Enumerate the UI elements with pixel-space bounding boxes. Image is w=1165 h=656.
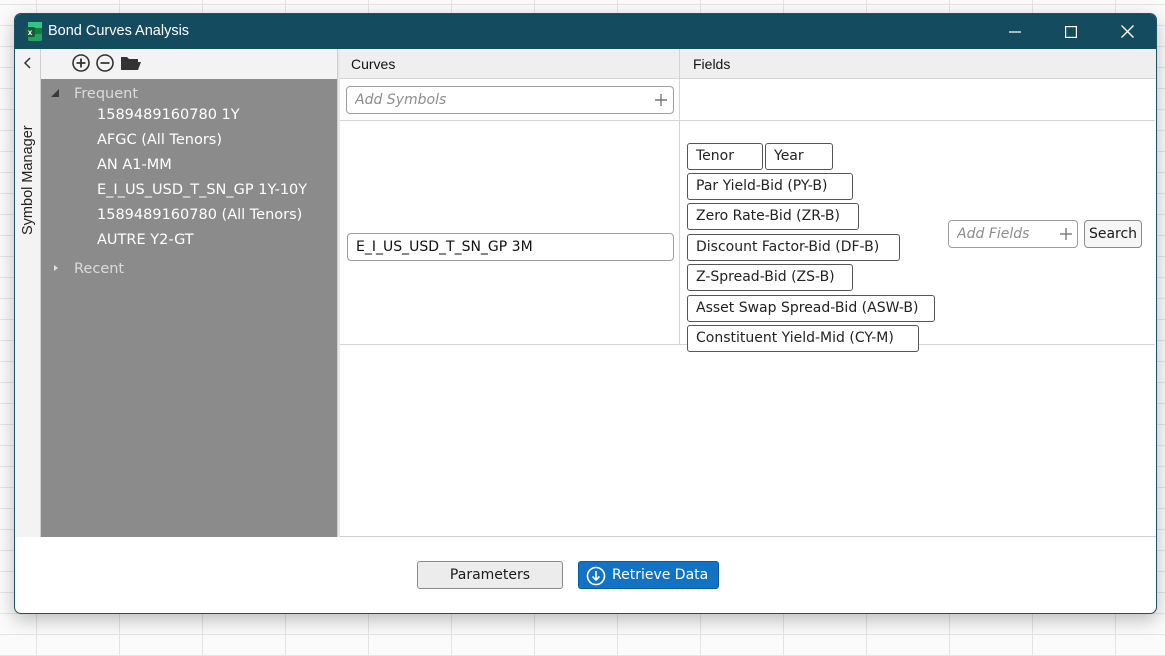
tree-item[interactable]: AN A1-MM bbox=[97, 157, 172, 181]
tree-toolbar bbox=[41, 49, 337, 79]
field-chip[interactable]: Year bbox=[765, 143, 833, 170]
add-fields-field[interactable] bbox=[948, 220, 1078, 248]
symbol-manager-strip: Symbol Manager bbox=[15, 49, 41, 537]
tree-item[interactable]: 1589489160780 (All Tenors) bbox=[97, 207, 302, 231]
field-chip[interactable]: Par Yield-Bid (PY-B) bbox=[687, 173, 853, 200]
folder-open-icon[interactable] bbox=[120, 53, 142, 73]
retrieve-data-button[interactable]: Retrieve Data bbox=[578, 561, 719, 589]
maximize-icon bbox=[1065, 25, 1077, 38]
add-symbols-field[interactable] bbox=[346, 86, 674, 114]
tree-item[interactable]: AUTRE Y2-GT bbox=[97, 232, 194, 256]
retrieve-data-label: Retrieve Data bbox=[612, 567, 709, 583]
tree-group-label: Frequent bbox=[74, 86, 139, 102]
curve-symbol-input[interactable] bbox=[348, 234, 673, 260]
symbol-manager-label: Symbol Manager bbox=[20, 125, 36, 235]
plus-icon[interactable] bbox=[654, 93, 668, 107]
title-bar: x Bond Curves Analysis bbox=[15, 14, 1156, 49]
chevron-left-icon[interactable] bbox=[22, 57, 34, 69]
add-circle-icon[interactable] bbox=[71, 53, 91, 73]
svg-text:x: x bbox=[28, 28, 33, 37]
tree-item[interactable]: 1589489160780 1Y bbox=[97, 107, 240, 131]
tree-item[interactable]: E_I_US_USD_T_SN_GP 1Y-10Y bbox=[97, 182, 307, 206]
field-chip[interactable]: Tenor bbox=[687, 143, 763, 170]
grid-header: Curves Fields bbox=[340, 49, 1156, 79]
expanded-triangle-icon bbox=[51, 89, 59, 97]
tree-group-recent[interactable]: Recent bbox=[41, 257, 337, 281]
close-icon bbox=[1120, 25, 1134, 38]
bond-curves-dialog: x Bond Curves Analysis Symbol Manager Fr… bbox=[14, 13, 1157, 614]
tree-group-frequent[interactable]: Frequent bbox=[41, 82, 337, 106]
excel-icon: x bbox=[25, 22, 42, 41]
field-chip[interactable]: Discount Factor-Bid (DF-B) bbox=[687, 234, 900, 261]
remove-circle-icon[interactable] bbox=[95, 53, 115, 73]
curves-fields-grid: Curves Fields Tenor Year Par Yield-Bid (… bbox=[340, 49, 1156, 537]
add-symbols-input[interactable] bbox=[347, 87, 673, 113]
row-divider bbox=[340, 120, 1155, 121]
curves-header: Curves bbox=[351, 56, 396, 72]
tree-group-label: Recent bbox=[74, 261, 125, 277]
tree-item[interactable]: AFGC (All Tenors) bbox=[97, 132, 222, 156]
field-chip[interactable]: Zero Rate-Bid (ZR-B) bbox=[687, 203, 859, 230]
fields-header: Fields bbox=[693, 56, 731, 72]
download-circle-icon bbox=[586, 566, 606, 586]
minimize-button[interactable] bbox=[987, 14, 1043, 49]
column-divider bbox=[679, 49, 680, 345]
search-button[interactable]: Search bbox=[1084, 220, 1142, 248]
window-title: Bond Curves Analysis bbox=[48, 23, 190, 39]
plus-icon[interactable] bbox=[1059, 227, 1073, 241]
add-fields-input[interactable] bbox=[949, 221, 1077, 247]
collapsed-triangle-icon bbox=[54, 265, 58, 271]
close-button[interactable] bbox=[1099, 14, 1155, 49]
field-chip[interactable]: Asset Swap Spread-Bid (ASW-B) bbox=[687, 295, 935, 322]
field-chip[interactable]: Constituent Yield-Mid (CY-M) bbox=[687, 325, 919, 352]
maximize-button[interactable] bbox=[1043, 14, 1099, 49]
field-chip[interactable]: Z-Spread-Bid (ZS-B) bbox=[687, 264, 853, 291]
symbol-tree: Frequent 1589489160780 1Y AFGC (All Teno… bbox=[41, 79, 337, 537]
minimize-icon bbox=[1009, 30, 1021, 33]
curve-symbol-field[interactable] bbox=[347, 233, 674, 261]
parameters-button[interactable]: Parameters bbox=[417, 561, 563, 589]
